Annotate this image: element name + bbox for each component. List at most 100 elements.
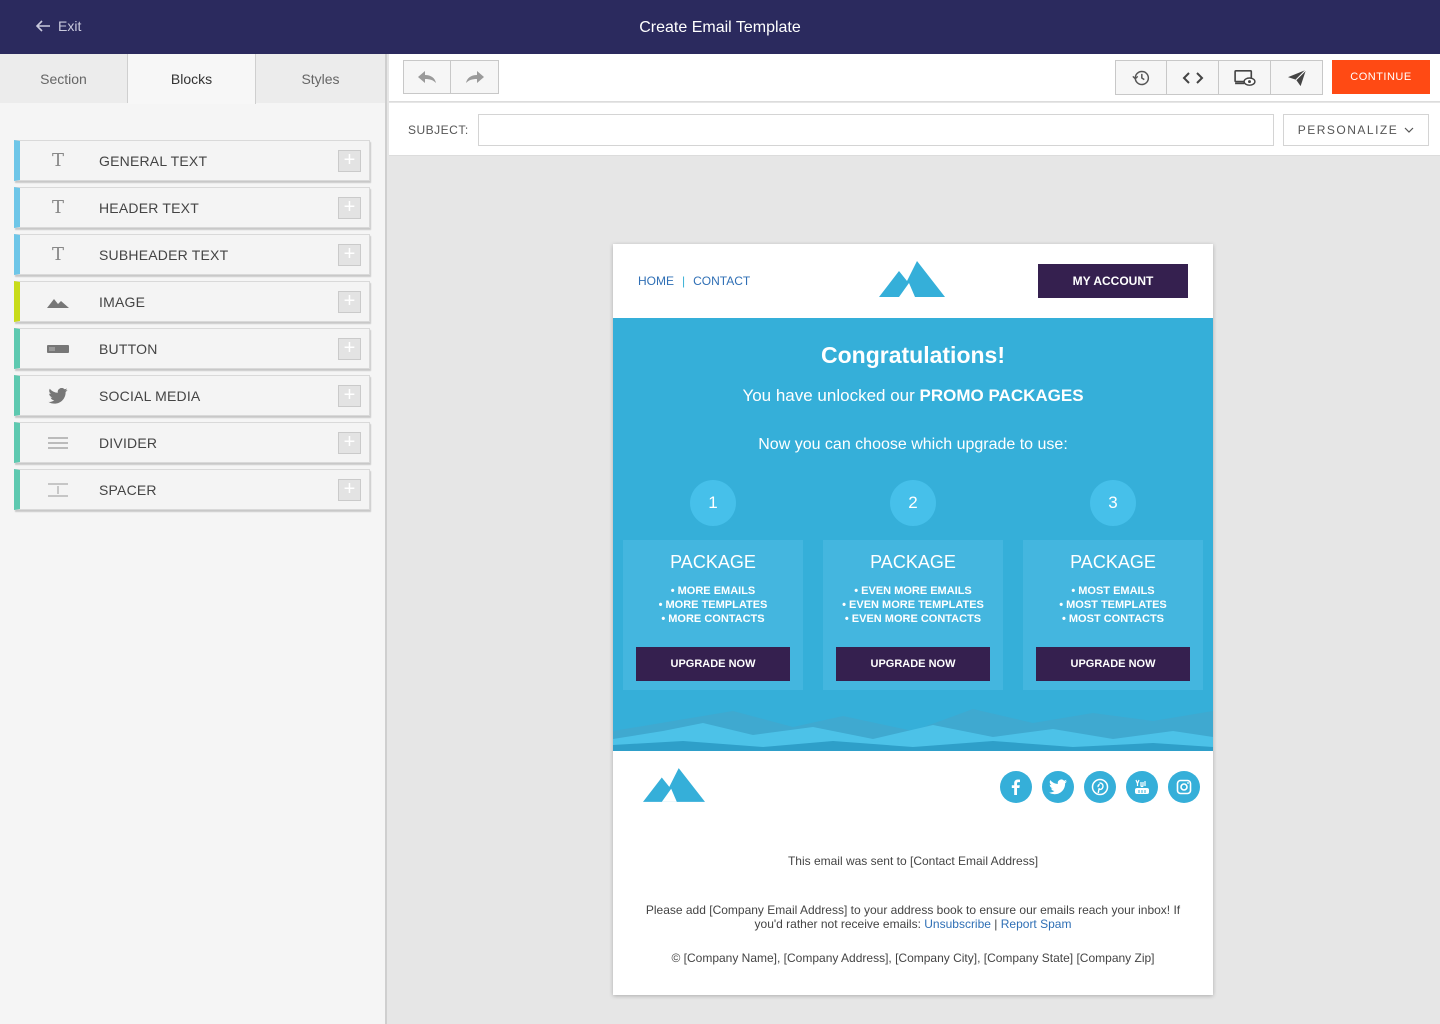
add-block-button[interactable]: + xyxy=(338,385,361,407)
footer-address-text: Please add [Company Email Address] to yo… xyxy=(646,903,1180,931)
instagram-icon[interactable] xyxy=(1168,771,1200,803)
package-card: PACKAGE • MOST EMAILS • MOST TEMPLATES •… xyxy=(1023,540,1203,690)
package-feature: • MOST EMAILS xyxy=(1023,584,1203,598)
package-features: • EVEN MORE EMAILS • EVEN MORE TEMPLATES… xyxy=(823,584,1003,626)
add-block-button[interactable]: + xyxy=(338,244,361,266)
undo-button[interactable] xyxy=(403,60,451,94)
spacer-icon xyxy=(44,480,72,500)
hero-title: Congratulations! xyxy=(613,342,1213,369)
mountain-logo-icon xyxy=(879,261,945,297)
upgrade-now-button[interactable]: UPGRADE NOW xyxy=(836,647,990,681)
package-card: PACKAGE • MORE EMAILS • MORE TEMPLATES •… xyxy=(623,540,803,690)
add-block-button[interactable]: + xyxy=(338,338,361,360)
preview-icon xyxy=(1234,69,1256,87)
block-button[interactable]: BUTTON + xyxy=(14,328,370,369)
redo-button[interactable] xyxy=(451,60,499,94)
continue-button[interactable]: CONTINUE xyxy=(1332,60,1430,94)
wave-decoration xyxy=(613,701,1213,751)
block-image[interactable]: IMAGE + xyxy=(14,281,370,322)
nav-home-link[interactable]: HOME xyxy=(638,274,674,288)
block-label: BUTTON xyxy=(99,341,158,357)
tab-section[interactable]: Section xyxy=(0,54,128,103)
code-view-button[interactable] xyxy=(1167,60,1219,95)
add-block-button[interactable]: + xyxy=(338,150,361,172)
package-feature: • EVEN MORE EMAILS xyxy=(823,584,1003,598)
footer-address-book: Please add [Company Email Address] to yo… xyxy=(638,903,1188,931)
twitter-icon xyxy=(44,386,72,406)
block-social-media[interactable]: SOCIAL MEDIA + xyxy=(14,375,370,416)
block-label: SUBHEADER TEXT xyxy=(99,247,228,263)
upgrade-now-button[interactable]: UPGRADE NOW xyxy=(636,647,790,681)
block-header-text[interactable]: T HEADER TEXT + xyxy=(14,187,370,228)
email-nav: HOME | CONTACT xyxy=(638,274,750,288)
tab-styles[interactable]: Styles xyxy=(256,54,385,103)
block-divider[interactable]: DIVIDER + xyxy=(14,422,370,463)
page-title: Create Email Template xyxy=(0,19,1440,37)
my-account-button[interactable]: MY ACCOUNT xyxy=(1038,264,1188,298)
mountain-logo-icon xyxy=(643,768,705,802)
youtube-icon[interactable] xyxy=(1126,771,1158,803)
paper-plane-icon xyxy=(1286,69,1308,87)
history-button[interactable] xyxy=(1115,60,1167,95)
package-features: • MORE EMAILS • MORE TEMPLATES • MORE CO… xyxy=(623,584,803,626)
package-feature: • MORE TEMPLATES xyxy=(623,598,803,612)
redo-icon xyxy=(464,68,486,86)
block-label: IMAGE xyxy=(99,294,145,310)
text-icon: T xyxy=(44,198,72,218)
package-feature: • EVEN MORE CONTACTS xyxy=(823,612,1003,626)
package-features: • MOST EMAILS • MOST TEMPLATES • MOST CO… xyxy=(1023,584,1203,626)
personalize-label: PERSONALIZE xyxy=(1298,123,1399,137)
add-block-button[interactable]: + xyxy=(338,479,361,501)
footer-sent-to: This email was sent to [Contact Email Ad… xyxy=(638,854,1188,868)
nav-separator: | xyxy=(682,274,685,288)
add-block-button[interactable]: + xyxy=(338,291,361,313)
preview-button[interactable] xyxy=(1219,60,1271,95)
button-icon xyxy=(44,339,72,359)
hero-subtitle-prefix: You have unlocked our xyxy=(742,386,919,405)
block-list: T GENERAL TEXT + T HEADER TEXT + T SUBHE… xyxy=(14,140,370,516)
personalize-dropdown[interactable]: PERSONALIZE xyxy=(1283,114,1429,146)
subject-row: SUBJECT: PERSONALIZE xyxy=(389,103,1440,156)
block-subheader-text[interactable]: T SUBHEADER TEXT + xyxy=(14,234,370,275)
text-icon: T xyxy=(44,151,72,171)
package-number-badge: 2 xyxy=(890,480,936,526)
facebook-icon[interactable] xyxy=(1000,771,1032,803)
package-feature: • MOST TEMPLATES xyxy=(1023,598,1203,612)
send-test-button[interactable] xyxy=(1271,60,1323,95)
tab-blocks[interactable]: Blocks xyxy=(128,54,256,104)
package-feature: • MORE CONTACTS xyxy=(623,612,803,626)
hero-section[interactable]: Congratulations! You have unlocked our P… xyxy=(613,318,1213,751)
unsubscribe-link[interactable]: Unsubscribe xyxy=(924,917,991,931)
image-icon xyxy=(44,292,72,312)
sidebar-tabs: Section Blocks Styles xyxy=(0,54,385,103)
email-header[interactable]: HOME | CONTACT MY ACCOUNT xyxy=(613,244,1213,318)
social-icons xyxy=(1000,771,1200,803)
upgrade-now-button[interactable]: UPGRADE NOW xyxy=(1036,647,1190,681)
block-spacer[interactable]: SPACER + xyxy=(14,469,370,510)
subject-input[interactable] xyxy=(478,114,1274,146)
package-number-badge: 1 xyxy=(690,480,736,526)
package-feature: • MORE EMAILS xyxy=(623,584,803,598)
nav-contact-link[interactable]: CONTACT xyxy=(693,274,750,288)
add-block-button[interactable]: + xyxy=(338,432,361,454)
hero-subtitle: You have unlocked our PROMO PACKAGES xyxy=(613,386,1213,406)
hero-subtitle-bold: PROMO PACKAGES xyxy=(920,386,1084,405)
email-canvas[interactable]: HOME | CONTACT MY ACCOUNT Congratulation… xyxy=(613,244,1213,995)
toolbar-actions xyxy=(1115,60,1323,95)
report-spam-link[interactable]: Report Spam xyxy=(1001,917,1072,931)
pinterest-icon[interactable] xyxy=(1084,771,1116,803)
package-title: PACKAGE xyxy=(623,552,803,573)
block-label: DIVIDER xyxy=(99,435,157,451)
code-icon xyxy=(1182,69,1204,87)
package-title: PACKAGE xyxy=(1023,552,1203,573)
history-icon xyxy=(1130,69,1152,87)
package-feature: • MOST CONTACTS xyxy=(1023,612,1203,626)
twitter-icon[interactable] xyxy=(1042,771,1074,803)
add-block-button[interactable]: + xyxy=(338,197,361,219)
block-general-text[interactable]: T GENERAL TEXT + xyxy=(14,140,370,181)
package-card: PACKAGE • EVEN MORE EMAILS • EVEN MORE T… xyxy=(823,540,1003,690)
block-label: SOCIAL MEDIA xyxy=(99,388,200,404)
package-feature: • EVEN MORE TEMPLATES xyxy=(823,598,1003,612)
undo-icon xyxy=(416,68,438,86)
undo-redo-group xyxy=(403,60,499,94)
